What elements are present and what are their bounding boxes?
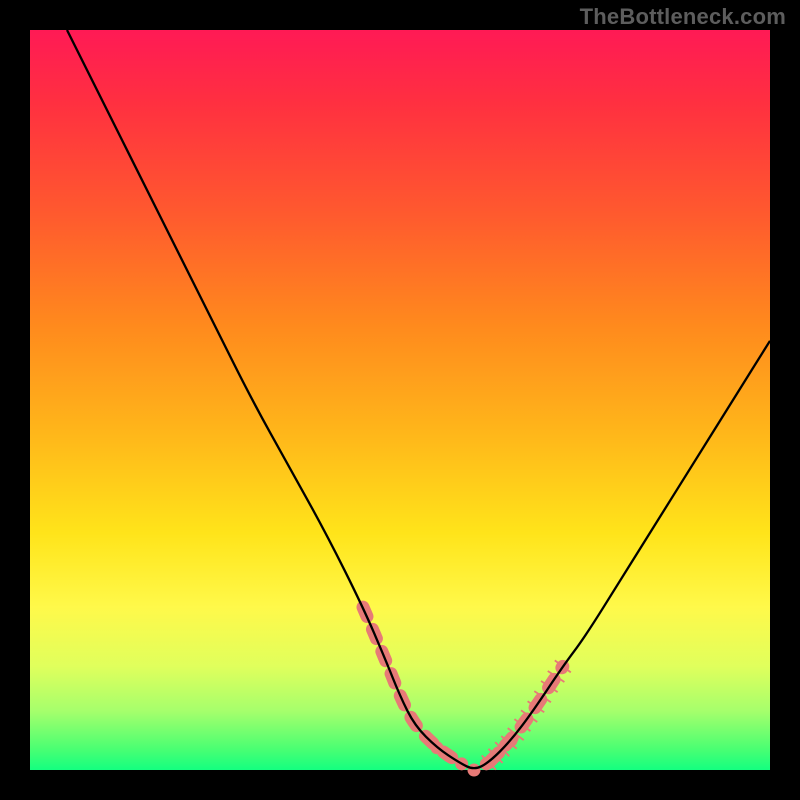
chart-frame: TheBottleneck.com (0, 0, 800, 800)
left-marker-segment (363, 607, 459, 762)
plot-area (30, 30, 770, 770)
valley-dot (468, 764, 481, 777)
chart-overlay (30, 30, 770, 770)
watermark-text: TheBottleneck.com (580, 4, 786, 30)
bottleneck-curve (67, 30, 770, 768)
